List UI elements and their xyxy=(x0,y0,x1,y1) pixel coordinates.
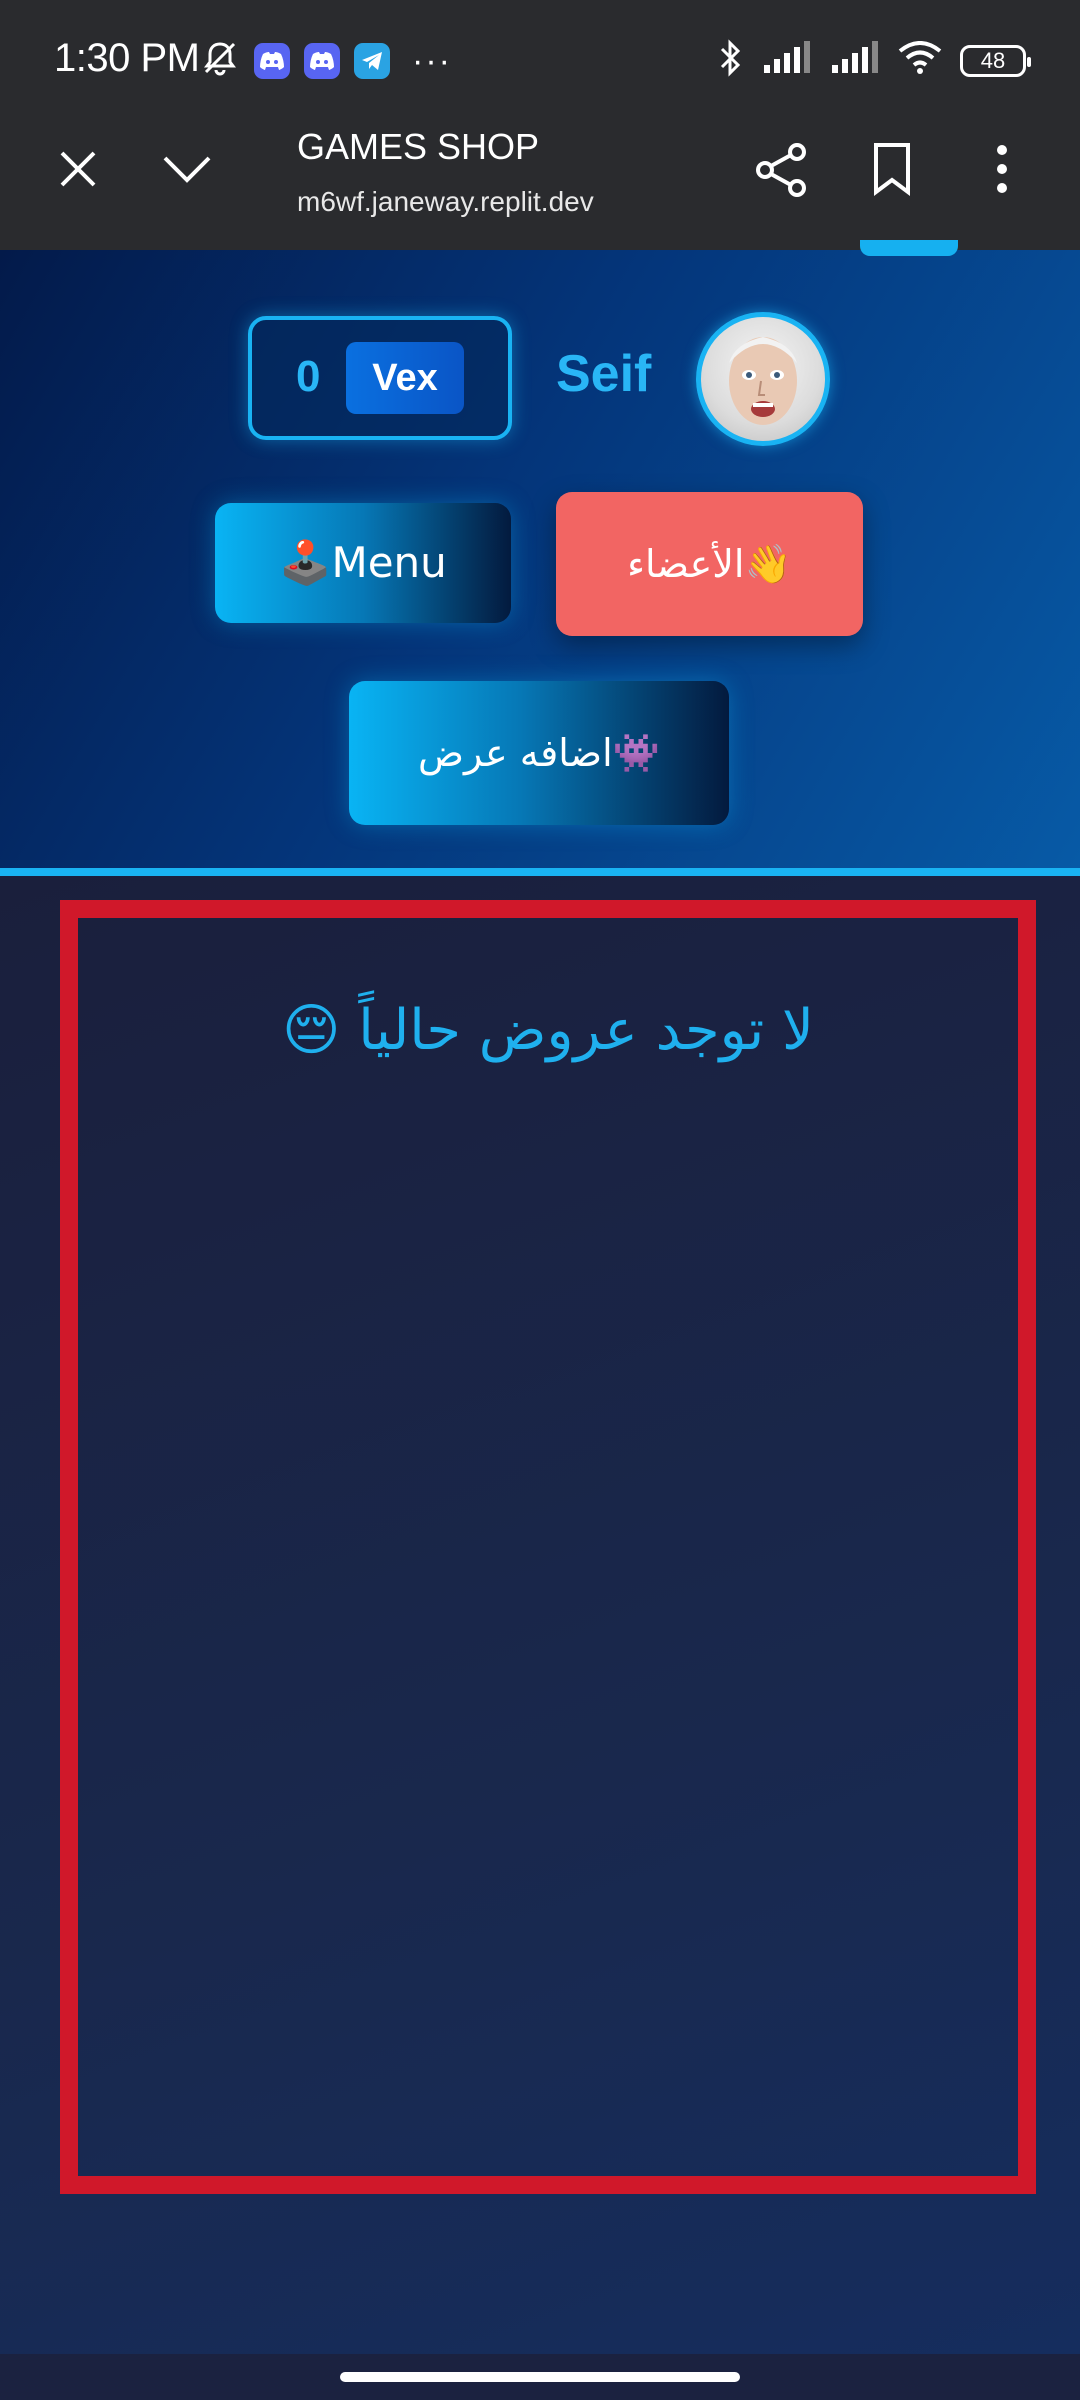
kebab-menu-icon[interactable] xyxy=(990,141,1014,197)
wifi-icon xyxy=(898,41,942,80)
menu-button[interactable]: 🕹️Menu xyxy=(215,503,511,623)
close-icon[interactable] xyxy=(54,145,102,193)
home-indicator[interactable] xyxy=(340,2372,740,2382)
balance-box: 0 Vex xyxy=(248,316,512,440)
bookmark-icon[interactable] xyxy=(870,141,914,197)
empty-offers-message: لا توجد عروض حالياً 😔 xyxy=(282,998,814,1063)
offers-panel: لا توجد عروض حالياً 😔 xyxy=(60,900,1036,2194)
discord-icon xyxy=(254,42,290,79)
balance-value: 0 xyxy=(296,352,321,401)
signal-icon xyxy=(830,41,880,80)
header-divider xyxy=(0,868,1080,876)
status-bar: 1:30 PM ··· 48 xyxy=(0,0,1080,120)
discord-icon xyxy=(304,42,340,79)
page-url[interactable]: m6wf.janeway.replit.dev xyxy=(297,186,594,218)
add-offer-button[interactable]: اضافه عرض👾 xyxy=(349,681,729,825)
header-tab-peek xyxy=(860,240,958,256)
avatar[interactable] xyxy=(696,312,830,446)
status-time: 1:30 PM xyxy=(54,36,200,80)
username: Seif xyxy=(556,345,652,403)
chevron-down-icon[interactable] xyxy=(160,145,214,193)
share-icon[interactable] xyxy=(754,141,810,199)
notification-icons: ··· xyxy=(200,38,452,83)
more-dots-icon: ··· xyxy=(412,41,452,80)
page-title: GAMES SHOP xyxy=(297,126,540,167)
bluetooth-icon xyxy=(716,38,744,83)
currency-badge: Vex xyxy=(346,342,464,414)
telegram-icon xyxy=(354,42,390,79)
members-button[interactable]: الأعضاء👋 xyxy=(556,492,863,636)
mute-icon xyxy=(200,38,240,83)
signal-icon xyxy=(762,41,812,80)
battery-icon: 48 xyxy=(960,44,1031,77)
system-icons: 48 xyxy=(716,38,1031,83)
